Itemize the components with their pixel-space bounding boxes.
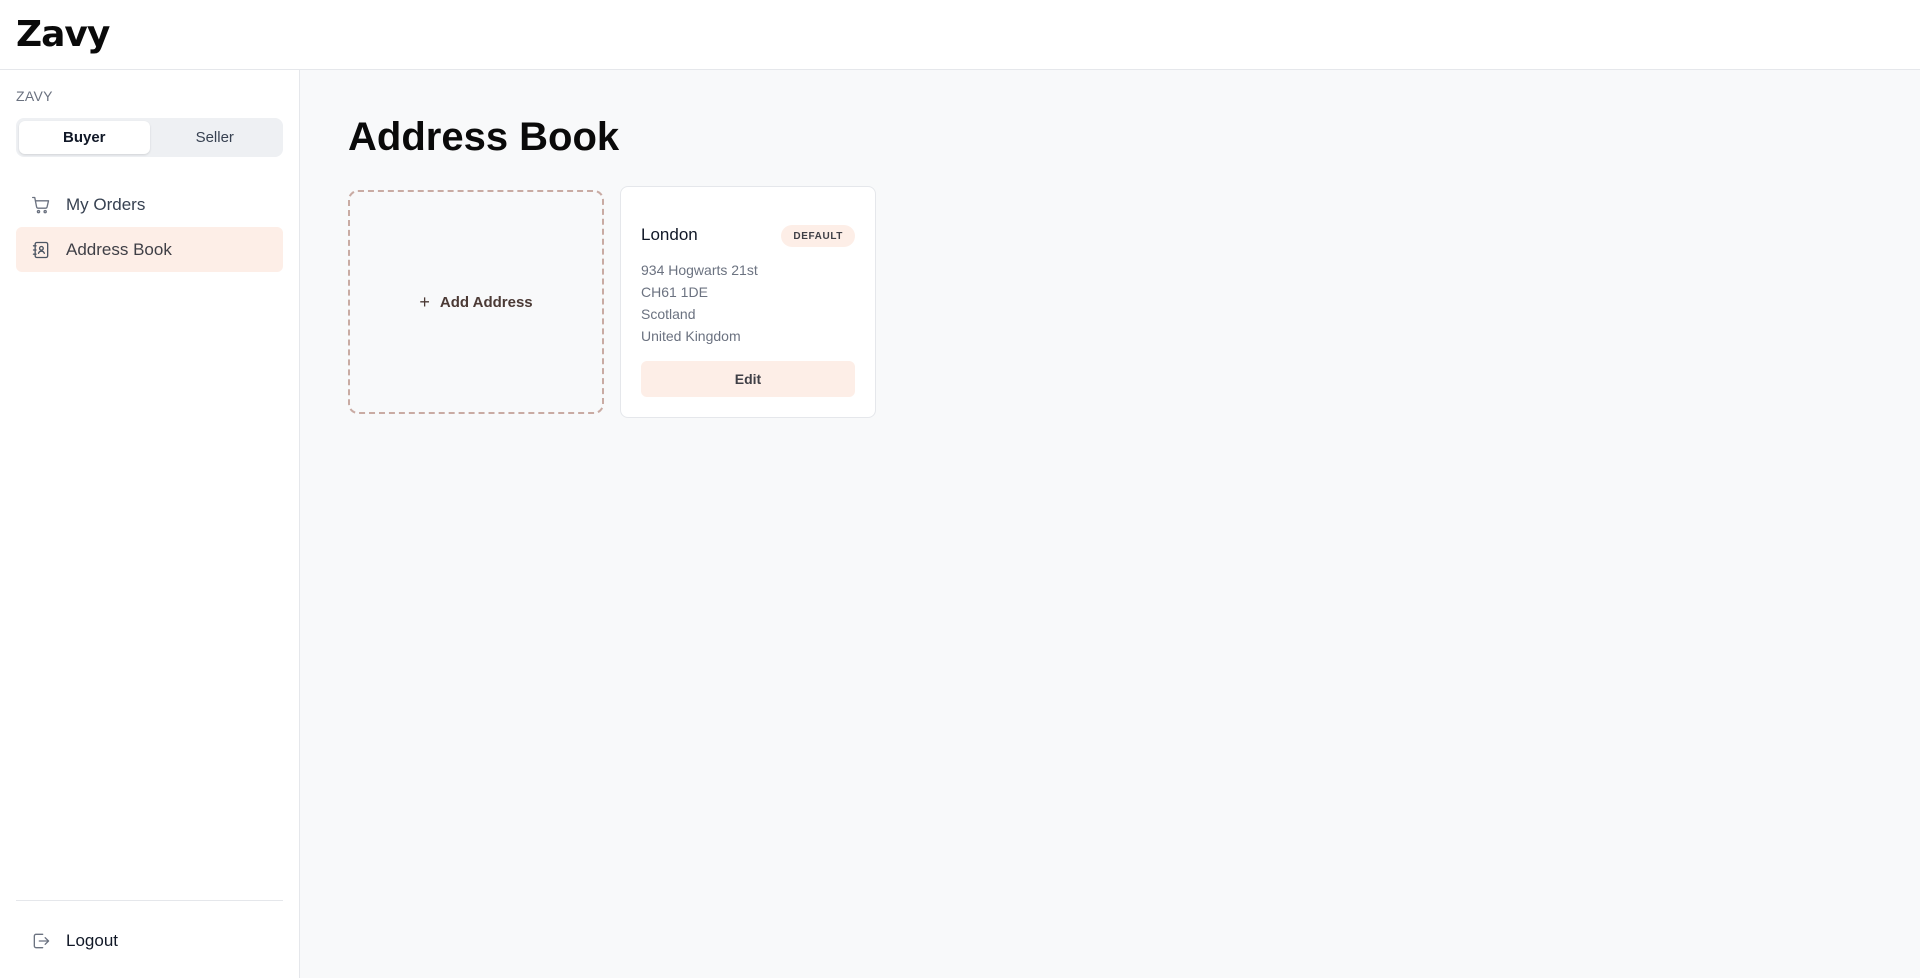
address-line: CH61 1DE [641,284,708,300]
address-line: 934 Hogwarts 21st [641,262,758,278]
top-bar: Zavy [0,0,1920,70]
sidebar-item-address-book[interactable]: Address Book [16,227,283,272]
zavy-logo[interactable]: Zavy [16,14,110,55]
buyer-seller-toggle: Buyer Seller [16,118,283,157]
page-title: Address Book [348,115,620,159]
logout-icon [30,930,52,952]
edit-address-button[interactable]: Edit [641,361,855,397]
add-address-button[interactable]: + Add Address [419,292,532,313]
logout-button[interactable]: Logout [16,918,283,963]
address-card: London DEFAULT 934 Hogwarts 21st CH61 1D… [620,186,876,418]
address-line: United Kingdom [641,328,741,344]
sidebar-item-label: Address Book [66,239,172,259]
sidebar-nav: My Orders Address Book [16,182,283,272]
main-content: Address Book + Add Address London DEFAUL… [300,70,1920,978]
buyer-toggle-button[interactable]: Buyer [19,121,150,154]
sidebar-item-label: My Orders [66,194,146,214]
default-badge: DEFAULT [781,225,855,247]
cart-icon [30,194,52,216]
sidebar-section-label: ZAVY [16,88,53,104]
seller-toggle-button[interactable]: Seller [150,121,281,154]
plus-icon: + [419,291,430,312]
sidebar-divider [16,900,283,901]
add-address-card[interactable]: + Add Address [348,190,604,414]
address-name: London [641,225,698,244]
add-address-label: Add Address [439,293,533,311]
logout-label: Logout [66,930,118,950]
address-line: Scotland [641,306,696,322]
sidebar: ZAVY Buyer Seller My Orders Address Book… [0,70,300,978]
address-lines: 934 Hogwarts 21st CH61 1DE Scotland Unit… [641,259,758,347]
address-book-icon [30,239,52,261]
sidebar-item-my-orders[interactable]: My Orders [16,182,283,227]
